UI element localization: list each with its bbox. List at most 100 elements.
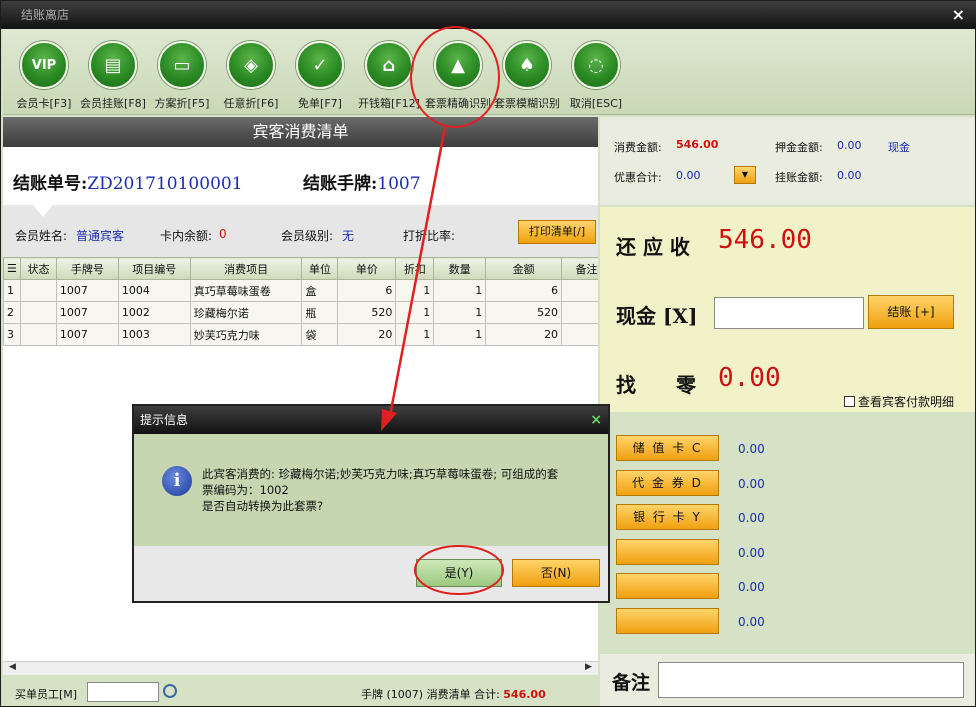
- table-cell: [19, 323, 57, 346]
- table-cell: [561, 279, 598, 302]
- search-icon[interactable]: [163, 684, 177, 698]
- cancel-icon: ◌: [572, 41, 620, 89]
- change-amount: 0.00: [718, 363, 781, 393]
- table-cell: [561, 323, 598, 346]
- member-bar: 会员姓名: 普通宾客 卡内余额: 0 会员级别: 无 打折比率: 打印清单[/]: [3, 205, 598, 257]
- table-row[interactable]: 1 1007 1004 真巧草莓味蛋卷盒 6 1 1 6: [3, 279, 598, 302]
- table-cell: 真巧草莓味蛋卷: [189, 279, 303, 302]
- horizontal-scrollbar[interactable]: ◀ ▶: [3, 661, 598, 675]
- toolbar-label: 取消[ESC]: [569, 97, 623, 110]
- table-cell: 20: [485, 323, 563, 346]
- table-cell: 1: [395, 301, 435, 324]
- column-header[interactable]: 消费项目: [189, 257, 303, 280]
- deposit-label: 押金金额:: [775, 141, 823, 154]
- footer: 买单员工[M] 手牌 (1007) 消费清单 合计: 546.00: [3, 676, 598, 706]
- payment-amount: 0.00: [738, 614, 765, 629]
- payment-method-button[interactable]: 银 行 卡 Y: [616, 504, 719, 530]
- table-cell: 1004: [117, 279, 191, 302]
- table-cell: 1: [433, 323, 487, 346]
- column-header[interactable]: 单价: [337, 257, 397, 280]
- close-icon[interactable]: ×: [952, 1, 965, 29]
- column-header[interactable]: 手牌号: [55, 257, 119, 280]
- no-button[interactable]: 否(N): [512, 559, 600, 587]
- amount-due: 546.00: [718, 225, 812, 255]
- payment-amount: 0.00: [738, 511, 765, 525]
- employee-input[interactable]: [87, 682, 159, 702]
- column-header[interactable]: 项目编号: [117, 257, 191, 280]
- table-cell: 3: [3, 323, 21, 346]
- deposit-amount: 0.00: [837, 139, 862, 152]
- yes-button[interactable]: 是(Y): [416, 559, 502, 587]
- remark-label: 备注: [612, 672, 651, 694]
- member-credit-icon: ▤: [89, 41, 137, 89]
- column-header[interactable]: 备注说: [561, 257, 598, 280]
- remark-area: 备注: [600, 654, 975, 706]
- table-cell: [19, 301, 57, 324]
- bill-number: 结账单号:ZD201710100001: [13, 174, 243, 194]
- discount-dropdown-icon[interactable]: ▼: [734, 166, 756, 184]
- column-header[interactable]: 折扣: [395, 257, 435, 280]
- title-bar: 结账离店 ×: [1, 1, 976, 29]
- member-level: 无: [342, 229, 355, 243]
- table-cell: 1007: [55, 323, 119, 346]
- toolbar-button-8[interactable]: ◌ 取消[ESC]: [559, 39, 633, 111]
- dialog-buttons: 是(Y) 否(N): [134, 546, 608, 601]
- payment-method-button[interactable]: 代 金 券 D: [616, 469, 719, 496]
- column-header[interactable]: 状态: [19, 257, 57, 280]
- cash-label: 现金 [X]: [616, 304, 698, 328]
- plan-discount-icon: ▭: [158, 41, 206, 89]
- credit-amount: 0.00: [837, 169, 862, 182]
- scroll-left-icon[interactable]: ◀: [9, 662, 16, 672]
- payment-amount: 0.00: [738, 476, 765, 491]
- table-cell: 1: [395, 279, 435, 302]
- payment-amount: 0.00: [738, 442, 765, 456]
- any-discount-icon: ◈: [227, 41, 275, 89]
- change-label: 找 零: [616, 373, 696, 397]
- consumption-list-heading: 宾客消费清单: [3, 117, 598, 147]
- table-row[interactable]: 2 1007 1002 珍藏梅尔诺瓶 520 1 1 520: [3, 301, 598, 324]
- table-cell: 2: [3, 301, 21, 324]
- toolbar: VIP 会员卡[F3] ▤ 会员挂账[F8] ▭ 方案折[F5] ◈ 任意折[F6] ✓ 免单[F…: [3, 29, 975, 115]
- settle-button[interactable]: 结账 [+]: [868, 295, 954, 329]
- payment-method-button[interactable]: [616, 538, 719, 565]
- table-cell: 1: [395, 323, 435, 346]
- card-balance: 0: [219, 227, 227, 241]
- table-cell: 520: [485, 301, 563, 324]
- column-header[interactable]: 单位: [301, 257, 339, 280]
- consume-amount-label: 消费金额:: [614, 141, 662, 154]
- table-cell: 6: [485, 279, 563, 302]
- payment-method-button[interactable]: [616, 573, 719, 599]
- remark-input[interactable]: [658, 662, 964, 698]
- payment-method-button[interactable]: 储 值 卡 C: [616, 435, 719, 461]
- discount-total-label: 优惠合计:: [614, 171, 662, 184]
- column-header[interactable]: 数量: [433, 257, 487, 280]
- notch: [33, 205, 53, 217]
- bill-info: 结账单号:ZD201710100001 结账手牌:1007: [3, 147, 598, 205]
- view-payment-detail-checkbox[interactable]: 查看宾客付款明细: [844, 393, 954, 410]
- dialog-message: 此宾客消费的: 珍藏梅尔诺;妙芙巧克力味;真巧草莓味蛋卷; 可组成的套 票编码为…: [202, 467, 559, 513]
- cash-drawer-icon: ⌂: [365, 41, 413, 89]
- dialog-title: 提示信息: [140, 413, 189, 427]
- table-row[interactable]: 3 1007 1003 妙芙巧克力味袋 20 1 1 20: [3, 323, 598, 346]
- scroll-right-icon[interactable]: ▶: [585, 662, 592, 672]
- cash-input[interactable]: [714, 297, 864, 329]
- deposit-type: 现金: [888, 141, 910, 154]
- payment-method-button[interactable]: [616, 607, 719, 634]
- member-name-label: 会员姓名:: [15, 229, 68, 243]
- discount-rate-label: 打折比率:: [403, 229, 456, 243]
- column-header[interactable]: ☰: [3, 257, 21, 280]
- vip-card-icon: VIP: [20, 41, 68, 89]
- print-list-button[interactable]: 打印清单[/]: [518, 220, 596, 244]
- employee-label: 买单员工[M]: [15, 688, 78, 701]
- dialog-close-icon[interactable]: ×: [590, 406, 602, 434]
- table-cell: 1: [433, 279, 487, 302]
- footer-summary: 手牌 (1007) 消费清单 合计: 546.00: [361, 688, 546, 701]
- table-cell: 1002: [117, 301, 191, 324]
- table-cell: 珍藏梅尔诺: [189, 301, 303, 324]
- checkout-window: 结账离店 × VIP 会员卡[F3] ▤ 会员挂账[F8] ▭ 方案折[F5] ◈ 任意折[F…: [0, 0, 976, 707]
- column-header[interactable]: 金额: [485, 257, 563, 280]
- table-cell: 盒: [301, 279, 339, 302]
- payment-methods: 储 值 卡 C 0.00 代 金 券 D 0.00 银 行 卡 Y 0.00 0.00 0.0…: [600, 415, 975, 650]
- amount-summary: 消费金额: 546.00 押金金额: 0.00 现金 优惠合计: 0.00 ▼ …: [600, 117, 975, 205]
- package-exact-icon: ▲: [434, 41, 482, 89]
